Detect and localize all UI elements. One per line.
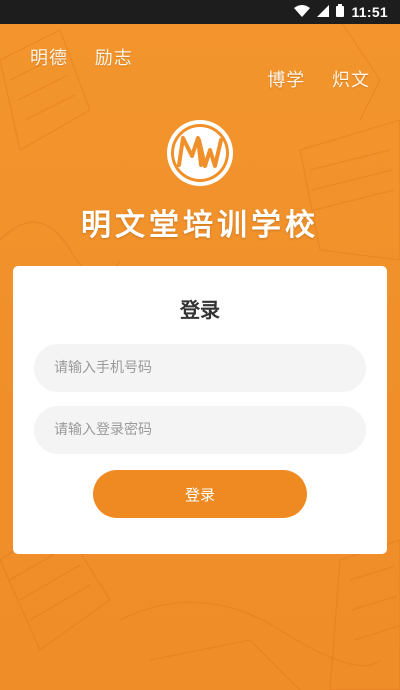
motto-text: 明德 [30,48,68,69]
login-button[interactable]: 登录 [93,470,307,518]
motto-text: 炽文 [332,70,370,91]
login-card: 登录 登录 [13,266,387,554]
login-title: 登录 [180,298,220,322]
motto-right: 博学 炽文 [267,66,370,92]
phone-input[interactable] [34,344,366,392]
password-input[interactable] [34,406,366,454]
motto-left: 明德 励志 [30,44,133,70]
signal-icon [317,4,330,20]
mw-logo-icon [165,118,235,188]
motto-text: 励志 [94,48,133,69]
school-name: 明文堂培训学校 [81,208,319,243]
motto-text: 博学 [267,70,306,91]
status-time: 11:51 [351,4,388,20]
wifi-icon [294,4,311,20]
status-bar: 11:51 [0,0,400,24]
battery-icon [336,4,345,20]
